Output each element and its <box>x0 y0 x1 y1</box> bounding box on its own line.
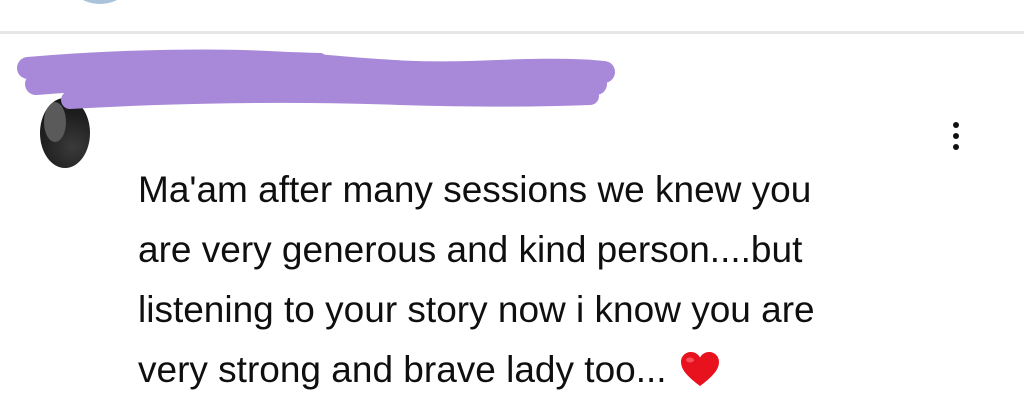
redaction-scribble <box>17 49 615 109</box>
comment-text-line: listening to your story now i know you a… <box>138 289 815 330</box>
menu-dot <box>953 144 959 150</box>
comment-text-line: very strong and brave lady too... <box>138 349 667 390</box>
more-vertical-icon[interactable] <box>936 114 976 158</box>
comment-item: Ma'am after many sessions we knew you ar… <box>0 34 1024 402</box>
heart-icon <box>680 352 719 386</box>
previous-comment-avatar[interactable] <box>62 0 138 4</box>
author-avatar[interactable] <box>40 98 90 168</box>
comment-text-line: are very generous and kind person....but <box>138 229 803 270</box>
comment-text-line: Ma'am after many sessions we knew you <box>138 169 812 210</box>
avatar-hair <box>44 102 66 142</box>
comment-text-line-last: very strong and brave lady too... <box>138 340 938 400</box>
menu-dot <box>953 133 959 139</box>
comment-text: Ma'am after many sessions we knew you ar… <box>138 160 938 400</box>
menu-dot <box>953 122 959 128</box>
